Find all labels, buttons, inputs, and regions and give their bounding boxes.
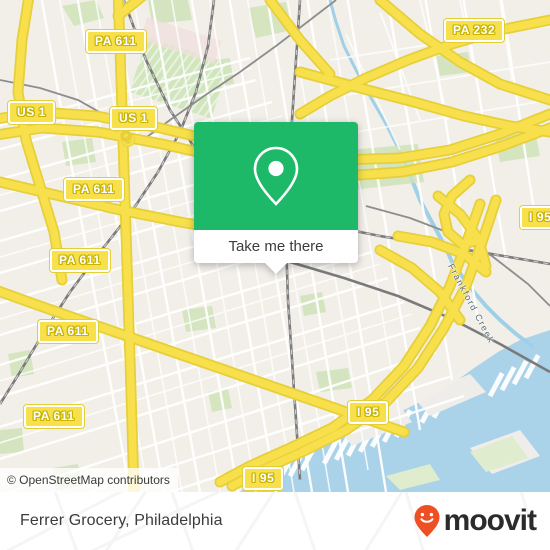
callout-pointer [265, 263, 287, 274]
callout-action-panel[interactable]: Take me there [194, 230, 358, 263]
footer-bar: Ferrer Grocery, Philadelphia moovit [0, 492, 550, 550]
moovit-smiley-pin-icon [414, 505, 440, 537]
road-shield: I 95 [243, 467, 284, 490]
road-shield: US 1 [110, 107, 158, 130]
osm-attribution[interactable]: © OpenStreetMap contributors [0, 468, 178, 492]
road-shield: PA 611 [86, 30, 146, 53]
map-pin-icon [253, 146, 299, 206]
road-shield: I 95 [348, 401, 389, 424]
place-callout-card[interactable]: Take me there [194, 122, 358, 274]
map-screen: PA 611 PA 232 US 1 US 1 PA 611 I 95 PA 6… [0, 0, 550, 550]
moovit-wordmark: moovit [443, 504, 537, 537]
road-shield: PA 611 [50, 249, 110, 272]
callout-icon-panel [194, 122, 358, 230]
take-me-there-label: Take me there [228, 238, 324, 255]
road-shield: I 95 [520, 206, 550, 229]
road-shield: PA 611 [38, 320, 98, 343]
road-shield: PA 232 [444, 19, 505, 42]
map-canvas[interactable]: PA 611 PA 232 US 1 US 1 PA 611 I 95 PA 6… [0, 0, 550, 492]
road-shield: US 1 [8, 101, 56, 124]
moovit-brand[interactable]: moovit [413, 504, 537, 538]
road-shield: PA 611 [64, 178, 124, 201]
place-name-label: Ferrer Grocery, Philadelphia [20, 512, 223, 529]
road-shield: PA 611 [24, 405, 84, 428]
